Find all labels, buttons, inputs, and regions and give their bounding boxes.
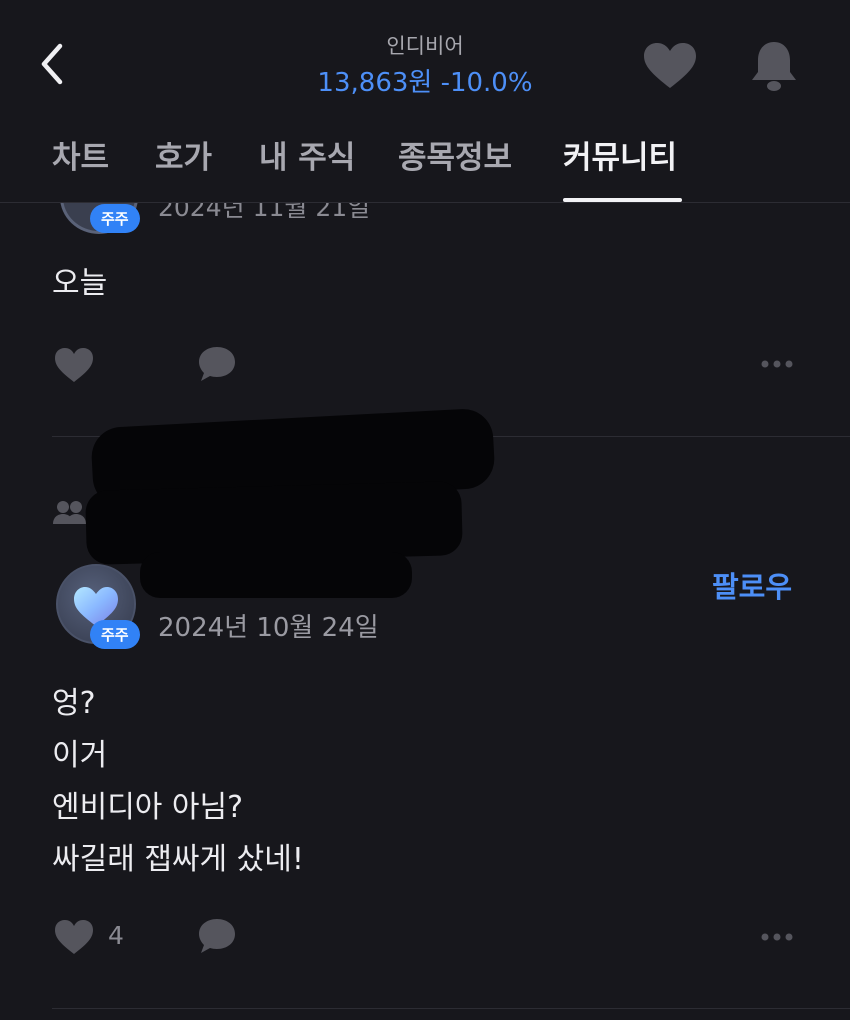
tab-chart[interactable]: 차트 [52, 132, 109, 177]
shareholder-badge: 주주 [90, 620, 140, 649]
post-body-line: 엉? [52, 686, 96, 721]
tab-my-stock[interactable]: 내 주식 [259, 132, 355, 177]
like-button[interactable] [52, 917, 96, 957]
heart-icon [55, 920, 93, 954]
comment-bubble-icon [199, 347, 235, 381]
post-body-line: 이거 [52, 738, 108, 773]
comment-button[interactable] [196, 343, 238, 385]
like-button[interactable] [52, 345, 96, 385]
post-date: 2024년 10월 24일 [158, 613, 379, 643]
post-body-line: 싸길래 잽싸게 샀네! [52, 842, 304, 877]
post-body-line: 오늘 [52, 266, 108, 301]
shareholder-badge: 주주 [90, 204, 140, 233]
comment-button[interactable] [196, 915, 238, 957]
stock-price-change: 13,863원 -10.0% [317, 68, 533, 98]
post-date: 2024년 11월 21일 [158, 193, 371, 222]
group-icon [53, 501, 86, 524]
tab-stock-info[interactable]: 종목정보 [398, 132, 512, 177]
notification-button[interactable] [748, 38, 800, 94]
redaction-mark [140, 552, 412, 598]
favorite-button[interactable] [640, 40, 700, 92]
post-body-line: 엔비디아 아님? [52, 790, 244, 825]
follow-button[interactable]: 팔로우 [712, 564, 792, 606]
more-dots-icon [761, 360, 793, 368]
tab-community[interactable]: 커뮤니티 [563, 132, 677, 177]
more-dots-icon [761, 933, 793, 941]
post-divider [52, 1008, 850, 1009]
like-count: 4 [108, 921, 124, 950]
heart-icon [55, 348, 93, 382]
more-options-button[interactable] [760, 356, 794, 370]
more-options-button[interactable] [760, 929, 794, 943]
stock-name: 인디비어 [386, 34, 464, 58]
tab-divider [0, 202, 850, 203]
comment-bubble-icon [199, 919, 235, 953]
heart-icon [644, 43, 696, 88]
tab-orderbook[interactable]: 호가 [155, 132, 212, 177]
bell-icon [752, 42, 796, 91]
